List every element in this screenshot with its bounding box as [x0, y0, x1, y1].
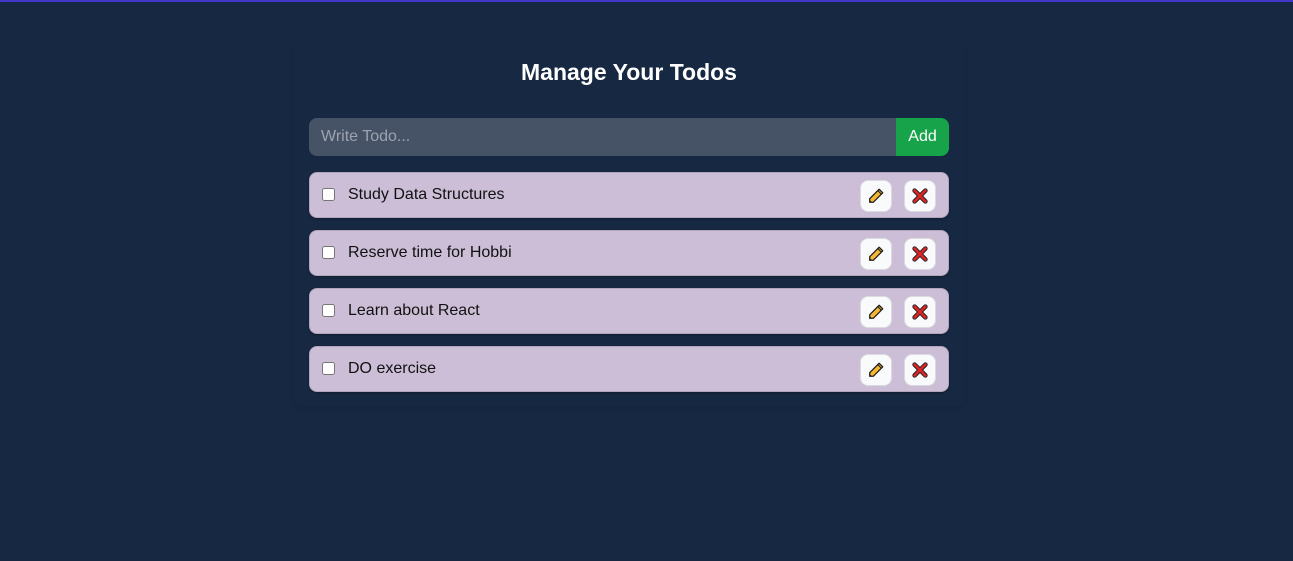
page-title: Manage Your Todos	[521, 59, 737, 85]
pencil-icon	[867, 245, 885, 263]
cross-mark-icon	[911, 245, 929, 263]
todo-item: DO exercise	[309, 346, 949, 392]
add-button[interactable]: Add	[896, 118, 949, 156]
todo-checkbox[interactable]	[322, 304, 335, 317]
todo-item: Study Data Structures	[309, 172, 949, 218]
cross-mark-icon	[911, 361, 929, 379]
edit-button[interactable]	[860, 180, 892, 212]
todo-app-container: Manage Your Todos Add Study Data Structu…	[294, 44, 964, 406]
todo-text: DO exercise	[348, 360, 437, 377]
todo-item: Reserve time for Hobbi	[309, 230, 949, 276]
delete-button[interactable]	[904, 354, 936, 386]
cross-mark-icon	[911, 303, 929, 321]
todo-item: Learn about React	[309, 288, 949, 334]
delete-button[interactable]	[904, 296, 936, 328]
todo-text: Study Data Structures	[348, 186, 505, 203]
cross-mark-icon	[911, 187, 929, 205]
todo-text: Learn about React	[348, 302, 480, 319]
delete-button[interactable]	[904, 180, 936, 212]
todo-input[interactable]	[309, 118, 896, 156]
edit-button[interactable]	[860, 238, 892, 270]
todo-text: Reserve time for Hobbi	[348, 244, 512, 261]
top-accent-line	[0, 0, 1293, 2]
todo-list: Study Data Structures Reserve time for H…	[309, 172, 949, 404]
delete-button[interactable]	[904, 238, 936, 270]
edit-button[interactable]	[860, 354, 892, 386]
todo-checkbox[interactable]	[322, 362, 335, 375]
pencil-icon	[867, 361, 885, 379]
todo-checkbox[interactable]	[322, 188, 335, 201]
pencil-icon	[867, 187, 885, 205]
edit-button[interactable]	[860, 296, 892, 328]
todo-checkbox[interactable]	[322, 246, 335, 259]
todo-form: Add	[309, 118, 949, 156]
pencil-icon	[867, 303, 885, 321]
